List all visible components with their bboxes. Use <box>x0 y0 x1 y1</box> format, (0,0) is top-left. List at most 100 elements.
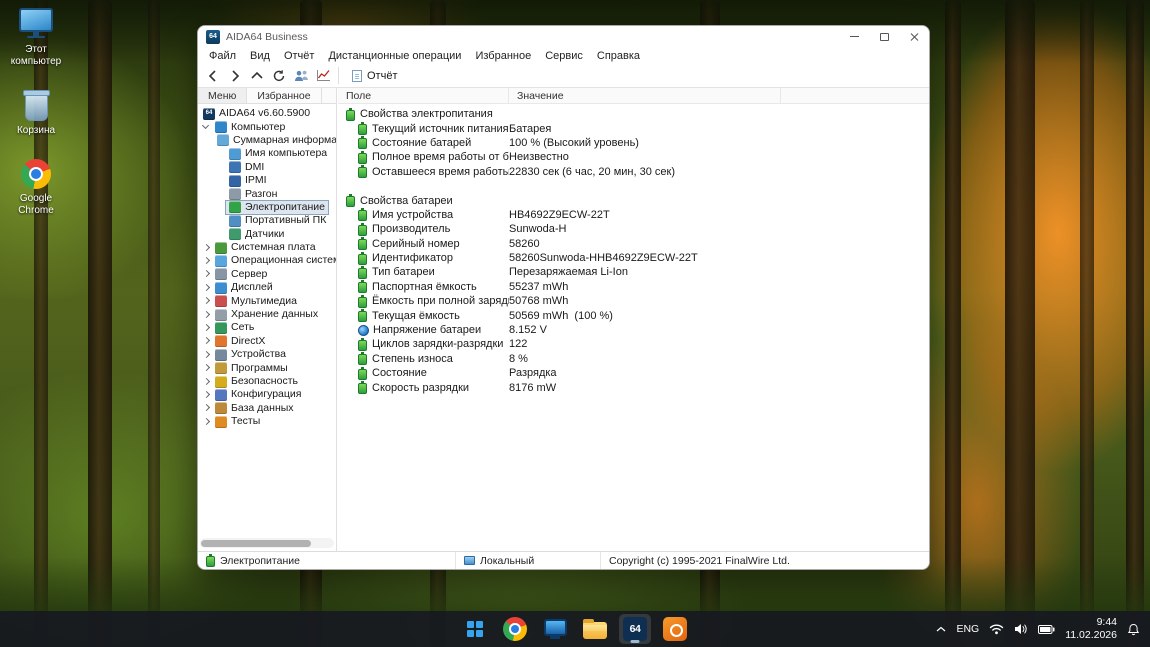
table-row[interactable]: Серийный номер 58260 <box>338 237 929 251</box>
chevron-down-icon[interactable] <box>200 121 212 133</box>
chevron-right-icon[interactable] <box>200 322 212 334</box>
taskbar-orange-app-button[interactable] <box>659 614 691 644</box>
taskbar-monitor-app-button[interactable] <box>539 614 571 644</box>
maximize-button[interactable] <box>869 26 899 47</box>
report-button[interactable]: Отчёт <box>343 66 406 86</box>
forward-button[interactable] <box>224 66 246 86</box>
tree-item-directx[interactable]: DirectX <box>198 335 336 348</box>
chevron-right-icon[interactable] <box>200 389 212 401</box>
tree-item-root[interactable]: 64 AIDA64 v6.60.5900 <box>198 107 336 120</box>
tree-item-network[interactable]: Сеть <box>198 321 336 334</box>
refresh-button[interactable] <box>268 66 290 86</box>
tree-item-security[interactable]: Безопасность <box>198 375 336 388</box>
language-indicator[interactable]: ENG <box>956 623 979 635</box>
table-row[interactable]: Имя устройства HB4692Z9ECW-22T <box>338 208 929 222</box>
table-row[interactable]: Напряжение батареи 8.152 V <box>338 323 929 337</box>
close-button[interactable] <box>899 26 929 47</box>
minimize-button[interactable] <box>839 26 869 47</box>
tree-item-motherboard[interactable]: Системная плата <box>198 241 336 254</box>
tree-item-dmi[interactable]: DMI <box>198 161 336 174</box>
table-row[interactable]: Полное время работы от бата...Неизвестно <box>338 150 929 164</box>
desktop-icon-google-chrome[interactable]: Google Chrome <box>4 159 68 217</box>
tree-item-overclock[interactable]: Разгон <box>198 187 336 201</box>
taskbar-file-explorer-button[interactable] <box>579 614 611 644</box>
scrollbar-thumb[interactable] <box>201 539 311 547</box>
menu-item-0[interactable]: Файл <box>202 50 243 62</box>
chevron-right-icon[interactable] <box>200 268 212 280</box>
tree-item-multimedia[interactable]: Мультимедиа <box>198 294 336 308</box>
tree-item-database[interactable]: База данных <box>198 402 336 415</box>
tree-item-computer-name[interactable]: Имя компьютера <box>198 147 336 160</box>
menu-item-3[interactable]: Дистанционные операции <box>321 50 468 62</box>
menu-item-1[interactable]: Вид <box>243 50 277 62</box>
chevron-right-icon[interactable] <box>200 242 212 254</box>
remote-users-button[interactable] <box>290 66 312 86</box>
table-row[interactable]: Тип батареи Перезаряжаемая Li-Ion <box>338 265 929 279</box>
table-row[interactable]: Скорость разрядки 8176 mW <box>338 380 929 395</box>
chevron-right-icon[interactable] <box>200 402 212 414</box>
chevron-right-icon[interactable] <box>200 362 212 374</box>
menu-item-5[interactable]: Сервис <box>538 50 590 62</box>
chevron-right-icon[interactable] <box>200 255 212 267</box>
table-row[interactable]: Степень износа 8 % <box>338 352 929 366</box>
menu-item-4[interactable]: Избранное <box>468 50 538 62</box>
desktop-icon-this-pc[interactable]: Этот компьютер <box>4 8 68 68</box>
tree-item-programs[interactable]: Программы <box>198 361 336 375</box>
column-header-value[interactable]: Значение <box>509 88 781 103</box>
start-button[interactable] <box>459 614 491 644</box>
notifications-button[interactable] <box>1127 623 1140 636</box>
chevron-right-icon[interactable] <box>200 335 212 347</box>
tree-item-storage[interactable]: Хранение данных <box>198 308 336 321</box>
chevron-right-icon[interactable] <box>200 295 212 307</box>
tab-favorites[interactable]: Избранное <box>247 88 322 103</box>
column-header-field[interactable]: Поле <box>338 88 509 103</box>
desktop-icon-recycle-bin[interactable]: Корзина <box>4 90 68 137</box>
chevron-right-icon[interactable] <box>200 376 212 388</box>
taskbar-chrome-button[interactable] <box>499 614 531 644</box>
chevron-right-icon[interactable] <box>200 282 212 294</box>
group-header-row[interactable]: Свойства электропитания <box>338 107 929 121</box>
tree-item-os[interactable]: Операционная система <box>198 254 336 267</box>
taskbar-aida64-button[interactable]: 64 <box>619 614 651 644</box>
tree-item-server[interactable]: Сервер <box>198 268 336 281</box>
up-button[interactable] <box>246 66 268 86</box>
tree-item-config[interactable]: Конфигурация <box>198 388 336 401</box>
table-row[interactable]: Текущая ёмкость 50569 mWh (100 %) <box>338 308 929 323</box>
tree-item-sensors[interactable]: Датчики <box>198 228 336 241</box>
menu-item-6[interactable]: Справка <box>590 50 647 62</box>
table-row[interactable]: Ёмкость при полной зарядке 50768 mWh <box>338 294 929 308</box>
chevron-right-icon[interactable] <box>200 349 212 361</box>
menu-item-2[interactable]: Отчёт <box>277 50 321 62</box>
table-row[interactable]: Паспортная ёмкость 55237 mWh <box>338 280 929 294</box>
wifi-button[interactable] <box>989 623 1004 635</box>
tree-item-power[interactable]: Электропитание <box>198 199 336 215</box>
table-row[interactable]: Идентификатор 58260Sunwoda-HHB4692Z9ECW-2… <box>338 251 929 265</box>
tray-chevron-button[interactable] <box>936 626 946 632</box>
tree-item-computer[interactable]: Компьютер <box>198 120 336 134</box>
chevron-right-icon[interactable] <box>200 309 212 321</box>
table-row[interactable]: Оставшееся время работы от ...22830 сек … <box>338 165 929 179</box>
copyright-text: Copyright (c) 1995-2021 FinalWire Ltd. <box>609 554 790 567</box>
volume-button[interactable] <box>1014 623 1028 635</box>
taskbar-clock[interactable]: 9:44 11.02.2026 <box>1065 616 1117 642</box>
chevron-right-icon[interactable] <box>200 416 212 428</box>
field-label: Скорость разрядки <box>372 381 470 394</box>
tab-menu[interactable]: Меню <box>198 88 248 103</box>
tree-item-display[interactable]: Дисплей <box>198 281 336 294</box>
tree-item-portable[interactable]: Портативный ПК <box>198 214 336 227</box>
tree-item-summary[interactable]: Суммарная информация <box>198 134 336 147</box>
graph-button[interactable] <box>312 66 334 86</box>
sidebar-horizontal-scrollbar[interactable] <box>200 538 334 548</box>
back-button[interactable] <box>202 66 224 86</box>
table-row[interactable]: Состояние батарей 100 % (Высокий уровень) <box>338 136 929 150</box>
table-row[interactable]: Текущий источник питания Батарея <box>338 121 929 136</box>
group-header-row[interactable]: Свойства батареи <box>338 193 929 208</box>
tree-item-devices[interactable]: Устройства <box>198 348 336 361</box>
table-row[interactable]: Циклов зарядки-разрядки 122 <box>338 337 929 351</box>
table-row[interactable]: Производитель Sunwoda-H <box>338 222 929 236</box>
tree-item-tests[interactable]: Тесты <box>198 415 336 428</box>
battery-status-button[interactable] <box>1038 624 1055 634</box>
table-row[interactable]: Состояние Разрядка <box>338 366 929 380</box>
title-bar[interactable]: 64 AIDA64 Business <box>198 26 929 47</box>
tree-item-ipmi[interactable]: IPMI <box>198 174 336 187</box>
